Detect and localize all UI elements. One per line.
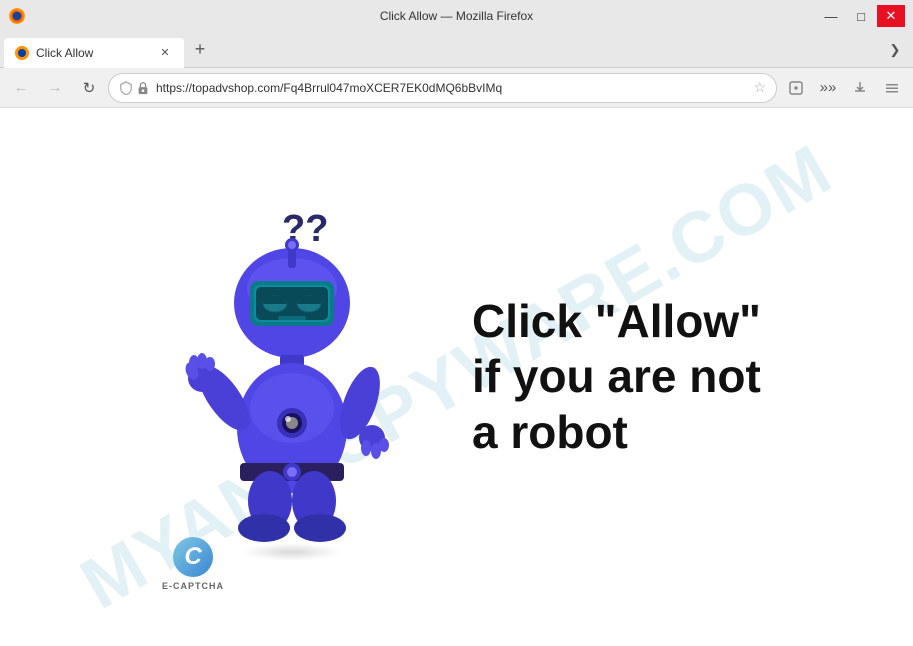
bookmark-star-icon[interactable]: ☆ — [753, 79, 766, 96]
message-line-3: a robot — [472, 405, 761, 460]
robot-illustration: ?? — [152, 193, 432, 561]
message-line-1: Click "Allow" — [472, 294, 761, 349]
window-controls: — □ ✕ — [817, 5, 905, 27]
captcha-message: Click "Allow" if you are not a robot — [472, 294, 761, 460]
extensions-button[interactable]: »» — [813, 73, 843, 103]
downloads-button[interactable] — [845, 73, 875, 103]
shield-icon — [119, 81, 133, 95]
active-tab[interactable]: Click Allow ✕ — [4, 38, 184, 68]
robot-shadow — [242, 543, 342, 561]
container-button[interactable] — [781, 73, 811, 103]
tab-label: Click Allow — [36, 46, 150, 60]
address-bar[interactable]: https://topadvshop.com/Fq4Brrul047moXCER… — [108, 73, 777, 103]
ecaptcha-logo: C — [173, 537, 213, 577]
new-tab-button[interactable]: + — [186, 36, 214, 64]
url-text: https://topadvshop.com/Fq4Brrul047moXCER… — [156, 81, 747, 95]
robot-svg: ?? — [172, 193, 412, 553]
back-button[interactable]: ← — [6, 73, 36, 103]
firefox-icon — [8, 7, 26, 25]
menu-button[interactable] — [877, 73, 907, 103]
maximize-button[interactable]: □ — [847, 5, 875, 27]
tabs-expand-button[interactable]: ❯ — [881, 36, 909, 64]
minimize-button[interactable]: — — [817, 5, 845, 27]
tab-favicon-icon — [14, 45, 30, 61]
page-content: MYANTISPYWARE.COM ?? — [0, 108, 913, 646]
tab-bar-right: ❯ — [881, 36, 909, 64]
forward-button[interactable]: → — [40, 73, 70, 103]
address-bar-icons — [119, 81, 150, 95]
close-button[interactable]: ✕ — [877, 5, 905, 27]
message-line-2: if you are not — [472, 349, 761, 404]
title-bar: Click Allow — Mozilla Firefox — □ ✕ — [0, 0, 913, 32]
lock-icon — [136, 81, 150, 95]
tab-bar: Click Allow ✕ + ❯ — [0, 32, 913, 68]
main-content-area: ?? — [0, 173, 913, 581]
tab-close-button[interactable]: ✕ — [156, 44, 174, 62]
window-title: Click Allow — Mozilla Firefox — [380, 9, 533, 23]
nav-right-icons: »» — [781, 73, 907, 103]
ecaptcha-label: E-CAPTCHA — [162, 581, 224, 591]
nav-bar: ← → ↻ https://topadvshop.com/Fq4Brrul047… — [0, 68, 913, 108]
ecaptcha-area: C E-CAPTCHA — [162, 537, 224, 591]
refresh-button[interactable]: ↻ — [74, 73, 104, 103]
